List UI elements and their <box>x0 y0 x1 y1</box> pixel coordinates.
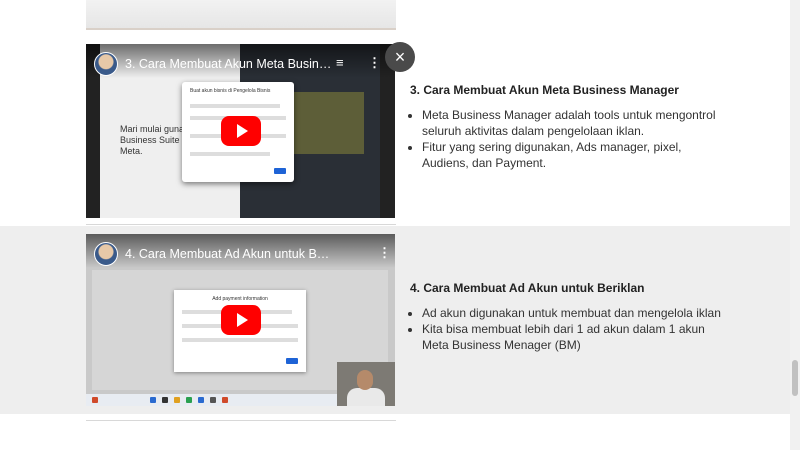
section-description: 4. Cara Membuat Ad Akun untuk Beriklan A… <box>410 281 730 353</box>
video-slide-image <box>286 92 364 154</box>
more-options-icon[interactable]: ⋮ <box>378 246 391 259</box>
more-options-icon[interactable]: ⋮ <box>368 56 381 69</box>
play-button-icon[interactable] <box>220 116 261 146</box>
dialog-next-button <box>274 168 286 174</box>
dialog-title: Buat akun bisnis di Pengelola Bisnis <box>190 88 271 94</box>
bullet-item: Fitur yang sering digunakan, Ads manager… <box>422 139 730 171</box>
bullet-item: Kita bisa membuat lebih dari 1 ad akun d… <box>422 321 730 353</box>
taskbar-app-icon <box>186 397 192 403</box>
taskbar-app-icon <box>210 397 216 403</box>
taskbar-app-icon <box>150 397 156 403</box>
content-row-4: Add payment information 4. Cara Membuat … <box>0 226 790 414</box>
video-title[interactable]: 3. Cara Membuat Akun Meta Business ... <box>125 57 335 71</box>
close-icon[interactable]: × <box>385 42 415 72</box>
scrollbar-thumb[interactable] <box>792 360 798 396</box>
playlist-icon[interactable]: ≡ <box>336 56 344 69</box>
section-heading: 4. Cara Membuat Ad Akun untuk Beriklan <box>410 281 645 295</box>
bullet-item: Meta Business Manager adalah tools untuk… <box>422 107 730 139</box>
bullet-item: Ad akun digunakan untuk membuat dan meng… <box>422 305 730 321</box>
taskbar-app-icon <box>222 397 228 403</box>
presenter-body <box>347 388 385 406</box>
channel-avatar[interactable] <box>94 52 118 76</box>
bullet-list: Ad akun digunakan untuk membuat dan meng… <box>410 305 730 353</box>
taskbar-app-icon <box>92 397 98 403</box>
channel-avatar[interactable] <box>94 242 118 266</box>
taskbar-app-icon <box>198 397 204 403</box>
video-player[interactable]: Add payment information 4. Cara Membuat … <box>86 234 395 406</box>
dialog-line <box>190 152 270 156</box>
previous-row-strip <box>0 0 790 30</box>
presenter-webcam <box>337 362 395 406</box>
previous-video-thumbnail[interactable] <box>86 0 396 30</box>
dialog-save-button <box>286 358 298 364</box>
video-title[interactable]: 4. Cara Membuat Ad Akun untuk Beriklan <box>125 247 335 261</box>
dialog-title: Add payment information <box>212 296 268 302</box>
bullet-list: Meta Business Manager adalah tools untuk… <box>410 107 730 171</box>
play-button-icon[interactable] <box>220 305 261 335</box>
video-player[interactable]: Mari mulai gunakan Business Suite dari M… <box>86 44 395 218</box>
presenter-face <box>357 370 373 390</box>
section-heading: 3. Cara Membuat Akun Meta Business Manag… <box>410 83 679 97</box>
divider <box>86 420 396 421</box>
taskbar-app-icon <box>162 397 168 403</box>
section-description: 3. Cara Membuat Akun Meta Business Manag… <box>410 83 730 171</box>
dialog-line <box>182 338 298 342</box>
dialog-line <box>190 104 280 108</box>
taskbar-app-icon <box>174 397 180 403</box>
divider <box>86 224 396 225</box>
